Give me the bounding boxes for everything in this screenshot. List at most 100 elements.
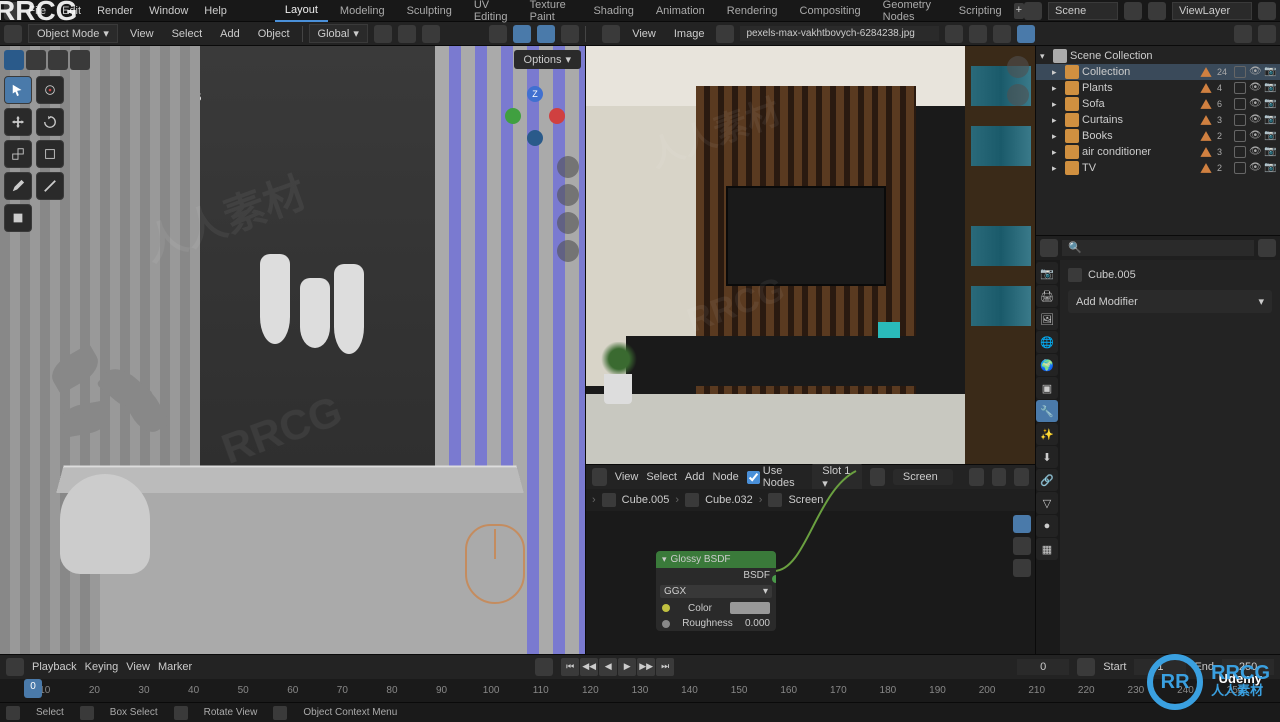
- pan-icon[interactable]: [557, 184, 579, 206]
- outliner-scene-collection[interactable]: ▾ Scene Collection: [1036, 48, 1280, 64]
- shading-wire-icon[interactable]: [561, 25, 579, 43]
- select-mode-tweak-icon[interactable]: [4, 50, 24, 70]
- props-search-input[interactable]: [1062, 240, 1254, 256]
- ws-render[interactable]: Rendering: [717, 1, 788, 21]
- img-zoom-icon[interactable]: [1007, 56, 1029, 78]
- visibility-toggle[interactable]: 👁: [1249, 82, 1261, 94]
- tool-rotate[interactable]: [36, 108, 64, 136]
- select-mode-lasso-icon[interactable]: [48, 50, 68, 70]
- tl-marker[interactable]: Marker: [158, 661, 192, 673]
- tool-transform[interactable]: [36, 140, 64, 168]
- scene-new-button[interactable]: [1124, 2, 1142, 20]
- ws-modeling[interactable]: Modeling: [330, 1, 395, 21]
- select-mode-box-icon[interactable]: [26, 50, 46, 70]
- image-path-field[interactable]: pexels-max-vakhtbovych-6284238.jpg: [740, 26, 939, 41]
- layer-selector[interactable]: [1172, 2, 1252, 20]
- material-name[interactable]: Screen: [893, 469, 953, 485]
- timeline-editor-icon[interactable]: [6, 658, 24, 676]
- gizmo-x-axis[interactable]: [549, 108, 565, 124]
- node-node[interactable]: Node: [713, 471, 739, 483]
- render-toggle[interactable]: 📷: [1264, 66, 1276, 78]
- proportional-icon[interactable]: [422, 25, 440, 43]
- ws-sculpting[interactable]: Sculpting: [397, 1, 462, 21]
- img-picker-icon[interactable]: [716, 25, 734, 43]
- props-editor-icon[interactable]: [1040, 239, 1058, 257]
- tab-modifier-icon[interactable]: 🔧: [1036, 400, 1058, 422]
- tab-physics-icon[interactable]: ⬇: [1036, 446, 1058, 468]
- overlay-node-icon[interactable]: [1013, 559, 1031, 577]
- breadcrumb-2[interactable]: Screen: [788, 494, 823, 506]
- hdr-view[interactable]: View: [124, 26, 160, 42]
- outliner-sofa[interactable]: ▸ Sofa 6 👁📷: [1036, 96, 1280, 112]
- add-modifier-dropdown[interactable]: Add Modifier▾: [1068, 290, 1272, 313]
- tab-scene-icon[interactable]: 🌐: [1036, 331, 1058, 353]
- exclude-toggle[interactable]: [1234, 162, 1246, 174]
- outliner-new-collection-icon[interactable]: [1258, 25, 1276, 43]
- ws-add[interactable]: +: [1014, 3, 1024, 19]
- outliner-filter-icon[interactable]: [1234, 25, 1252, 43]
- render-toggle[interactable]: 📷: [1264, 98, 1276, 110]
- render-toggle[interactable]: 📷: [1264, 162, 1276, 174]
- exclude-toggle[interactable]: [1234, 114, 1246, 126]
- tool-scale[interactable]: [4, 140, 32, 168]
- hdr-add[interactable]: Add: [214, 26, 246, 42]
- node-pin-icon[interactable]: [969, 468, 984, 486]
- tl-keying[interactable]: Keying: [85, 661, 119, 673]
- distribution-select[interactable]: GGX▾: [660, 585, 772, 598]
- tab-object-icon[interactable]: ▣: [1036, 377, 1058, 399]
- outliner-panel[interactable]: ▾ Scene Collection ▸ Collection 24 👁📷 ▸ …: [1036, 46, 1280, 236]
- play-rev-button[interactable]: ◀: [599, 658, 617, 676]
- visibility-toggle[interactable]: 👁: [1249, 130, 1261, 142]
- tab-render-icon[interactable]: 📷: [1036, 262, 1058, 284]
- layer-new-button[interactable]: [1258, 2, 1276, 20]
- outliner-plants[interactable]: ▸ Plants 4 👁📷: [1036, 80, 1280, 96]
- ws-uv[interactable]: UV Editing: [464, 0, 518, 27]
- navigation-gizmo[interactable]: Z: [505, 86, 565, 146]
- node-close-icon[interactable]: [1014, 468, 1029, 486]
- breadcrumb-0[interactable]: Cube.005: [622, 494, 670, 506]
- visibility-toggle[interactable]: 👁: [1249, 66, 1261, 78]
- menu-help[interactable]: Help: [196, 2, 235, 20]
- zoom-icon[interactable]: [557, 156, 579, 178]
- glossy-bsdf-node[interactable]: Glossy BSDF BSDF GGX▾ Color Roughness0.0…: [656, 551, 776, 631]
- outliner-books[interactable]: ▸ Books 2 👁📷: [1036, 128, 1280, 144]
- props-options-icon[interactable]: [1258, 239, 1276, 257]
- pivot-icon[interactable]: [374, 25, 392, 43]
- color-input-socket[interactable]: [662, 604, 670, 612]
- img-image[interactable]: Image: [668, 26, 711, 42]
- outliner-collection[interactable]: ▸ Collection 24 👁📷: [1036, 64, 1280, 80]
- perspective-toggle-icon[interactable]: [557, 240, 579, 262]
- img-new-icon[interactable]: [969, 25, 987, 43]
- tab-output-icon[interactable]: 🖨: [1036, 285, 1058, 307]
- frame-lock-icon[interactable]: [1077, 658, 1095, 676]
- menu-edit[interactable]: Edit: [54, 2, 89, 20]
- img-view[interactable]: View: [626, 26, 662, 42]
- gizmo-neg-z-axis[interactable]: [527, 130, 543, 146]
- img-pan-icon[interactable]: [1007, 84, 1029, 106]
- visibility-toggle[interactable]: 👁: [1249, 98, 1261, 110]
- roughness-input-socket[interactable]: [662, 620, 670, 628]
- tool-measure[interactable]: [36, 172, 64, 200]
- outliner-tv[interactable]: ▸ TV 2 👁📷: [1036, 160, 1280, 176]
- editor-type-image-icon[interactable]: [602, 25, 620, 43]
- overlay-toggle-icon[interactable]: [513, 25, 531, 43]
- render-toggle[interactable]: 📷: [1264, 146, 1276, 158]
- node-editor-type-icon[interactable]: [592, 468, 607, 486]
- ws-texpaint[interactable]: Texture Paint: [520, 0, 582, 27]
- prev-key-button[interactable]: ◀◀: [580, 658, 598, 676]
- gizmo-y-axis[interactable]: [505, 108, 521, 124]
- select-mode-circle-icon[interactable]: [70, 50, 90, 70]
- node-add[interactable]: Add: [685, 471, 705, 483]
- jump-start-button[interactable]: ⏮: [561, 658, 579, 676]
- snap-icon[interactable]: [398, 25, 416, 43]
- options-dropdown[interactable]: Options ▾: [514, 50, 581, 69]
- menu-file[interactable]: File: [20, 2, 54, 20]
- orientation-selector[interactable]: Global ▾: [309, 24, 368, 43]
- gizmo-toggle-icon[interactable]: [489, 25, 507, 43]
- visibility-toggle[interactable]: 👁: [1249, 146, 1261, 158]
- tab-constraint-icon[interactable]: 🔗: [1036, 469, 1058, 491]
- tool-cursor[interactable]: [36, 76, 64, 104]
- editor-type-3d-icon[interactable]: [4, 25, 22, 43]
- hdr-select[interactable]: Select: [166, 26, 209, 42]
- ws-anim[interactable]: Animation: [646, 1, 715, 21]
